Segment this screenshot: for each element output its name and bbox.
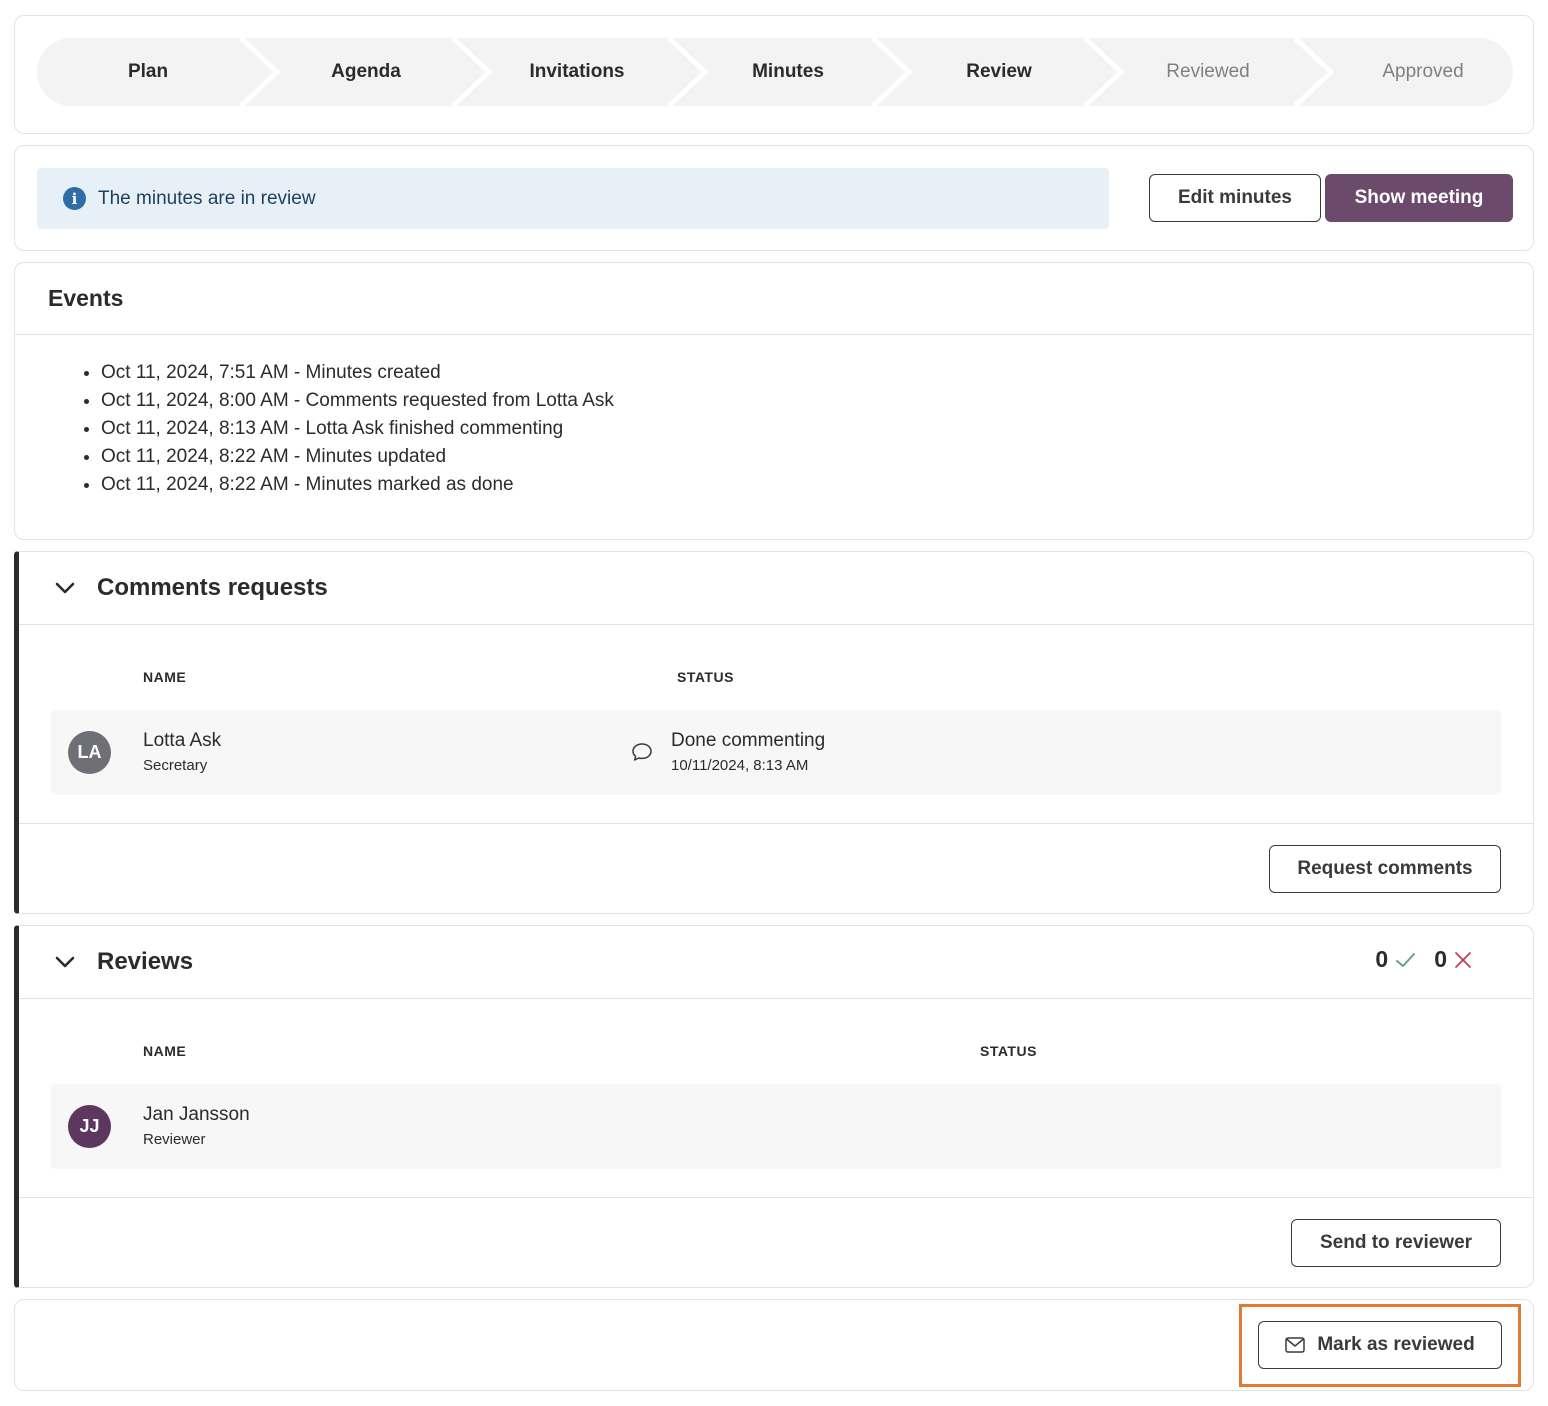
event-item: Oct 11, 2024, 8:13 AM - Lotta Ask finish… [101,415,614,443]
info-icon: i [63,187,86,210]
approved-count: 0 [1375,946,1389,972]
step-minutes[interactable]: Minutes [681,38,895,106]
divider [19,1197,1533,1198]
step-reviewed[interactable]: Reviewed [1103,38,1313,106]
chevron-down-icon[interactable] [53,950,77,974]
table-row: LA Lotta Ask Secretary Done commenting 1… [51,710,1501,795]
comments-requests-header[interactable]: Comments requests [19,552,1533,625]
edit-minutes-button[interactable]: Edit minutes [1149,174,1321,222]
comment-status-time: 10/11/2024, 8:13 AM [671,757,809,774]
step-approved[interactable]: Approved [1313,38,1513,106]
event-item: Oct 11, 2024, 7:51 AM - Minutes created [101,359,614,387]
rejected-count: 0 [1434,946,1447,972]
avatar: JJ [68,1105,111,1148]
chevron-down-icon[interactable] [53,576,77,600]
table-row: JJ Jan Jansson Reviewer [51,1084,1501,1169]
person-role: Secretary [143,757,208,774]
step-review[interactable]: Review [895,38,1103,106]
person-name: Jan Jansson [143,1104,250,1125]
request-comments-button[interactable]: Request comments [1269,845,1501,893]
status-column-header: STATUS [980,1043,1037,1059]
event-item: Oct 11, 2024, 8:22 AM - Minutes marked a… [101,471,614,499]
status-card: i The minutes are in review Edit minutes… [14,145,1534,251]
reviews-title: Reviews [97,948,194,975]
progress-stepper-card: Plan Agenda Invitations Minutes Review R… [14,15,1534,134]
event-item: Oct 11, 2024, 8:00 AM - Comments request… [101,387,614,415]
divider [19,823,1533,824]
progress-stepper: Plan Agenda Invitations Minutes Review R… [37,38,1513,106]
comment-icon [632,743,652,761]
send-to-reviewer-button[interactable]: Send to reviewer [1291,1219,1501,1267]
comment-status: Done commenting [671,730,826,751]
name-column-header: NAME [143,1043,187,1059]
events-title: Events [15,263,1533,335]
avatar: LA [68,731,111,774]
reviews-section: Reviews 0 0 NAME STATUS JJ Jan Jansson R… [14,925,1534,1288]
highlight-frame [1239,1304,1521,1387]
name-column-header: NAME [143,669,187,685]
reviews-header[interactable]: Reviews 0 0 [19,926,1533,999]
events-card: Events Oct 11, 2024, 7:51 AM - Minutes c… [14,262,1534,540]
comments-requests-title: Comments requests [97,574,328,601]
status-message: The minutes are in review [98,187,316,209]
comments-requests-section: Comments requests NAME STATUS LA Lotta A… [14,551,1534,914]
person-role: Reviewer [143,1131,206,1148]
step-invitations[interactable]: Invitations [473,38,681,106]
events-list: Oct 11, 2024, 7:51 AM - Minutes created … [101,359,614,499]
check-icon [1396,952,1416,967]
event-item: Oct 11, 2024, 8:22 AM - Minutes updated [101,443,614,471]
status-banner: i The minutes are in review [37,168,1109,229]
step-agenda[interactable]: Agenda [259,38,473,106]
person-name: Lotta Ask [143,730,222,751]
step-plan[interactable]: Plan [37,38,259,106]
status-column-header: STATUS [677,669,734,685]
show-meeting-button[interactable]: Show meeting [1325,174,1513,222]
cross-icon [1455,951,1471,968]
review-counts: 0 0 [1375,946,1493,973]
